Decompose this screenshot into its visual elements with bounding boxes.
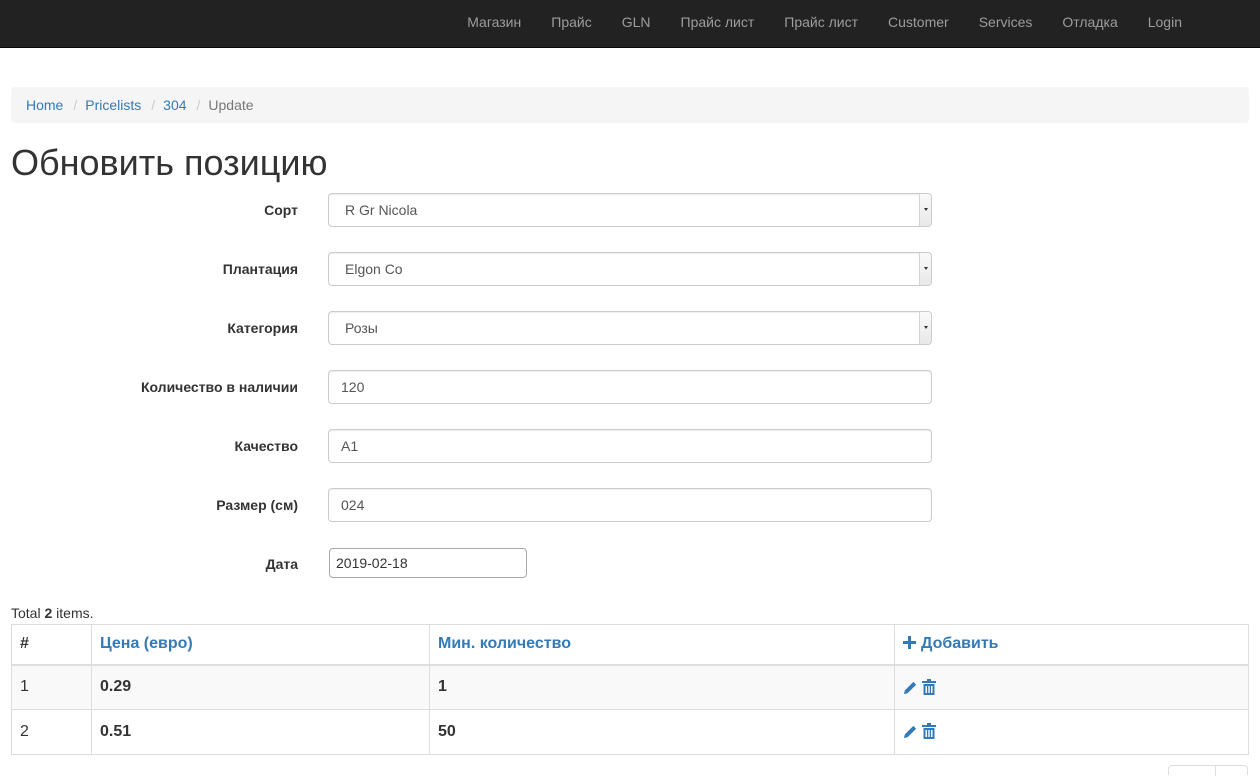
cell-actions	[894, 709, 1249, 755]
size-label: Размер (см)	[216, 497, 298, 513]
date-label: Дата	[265, 556, 298, 572]
quality-input[interactable]: A1	[328, 429, 932, 463]
pencil-icon[interactable]	[903, 680, 918, 695]
page-title: Обновить позицию	[11, 142, 328, 183]
plantation-select[interactable]: Elgon Co	[328, 252, 932, 286]
sort-price-link[interactable]: Цена (евро)	[100, 635, 193, 652]
table-row: 2 0.51 50	[11, 709, 1249, 755]
add-button[interactable]: Добавить	[903, 635, 999, 652]
top-navbar: Магазин Прайс GLN Прайс лист Прайс лист …	[0, 0, 1260, 48]
cell-price: 0.51	[91, 709, 430, 755]
sort-select[interactable]: R Gr Nicola	[328, 193, 932, 227]
header-min-qty: Мин. количество	[429, 624, 895, 666]
plantation-select-value: Elgon Co	[345, 261, 403, 277]
add-button-label: Добавить	[921, 635, 999, 653]
cell-min-qty: 50	[429, 709, 895, 755]
breadcrumb-separator: /	[73, 97, 78, 113]
form-row-plantation: Плантация Elgon Co	[0, 252, 940, 286]
category-select-value: Розы	[345, 320, 378, 336]
date-input[interactable]: 2019-02-18	[329, 548, 527, 578]
breadcrumb-home-link[interactable]: Home	[26, 97, 63, 113]
stock-label: Количество в наличии	[140, 379, 298, 395]
nav-item-debug[interactable]: Отладка	[1047, 0, 1132, 48]
summary-suffix: items.	[52, 605, 94, 621]
nav-item-shop[interactable]: Магазин	[452, 0, 536, 48]
sort-min-qty-link[interactable]: Мин. количество	[438, 635, 571, 652]
cell-min-qty: 1	[429, 664, 895, 710]
pencil-icon[interactable]	[903, 724, 918, 739]
cell-price: 0.29	[91, 664, 430, 710]
form-row-quality: Качество A1	[0, 429, 940, 463]
trash-icon[interactable]	[922, 678, 937, 696]
form-row-category: Категория Розы	[0, 311, 940, 345]
prices-table: # Цена (евро) Мин. количество Добавить 1…	[11, 624, 1249, 755]
breadcrumb: Home / Pricelists / 304 / Update	[11, 87, 1249, 123]
sort-label: Сорт	[264, 202, 298, 218]
nav-item-customer[interactable]: Customer	[873, 0, 964, 48]
nav-item-gln[interactable]: GLN	[607, 0, 666, 48]
summary-prefix: Total	[11, 605, 45, 621]
cell-actions	[894, 664, 1249, 710]
header-add: Добавить	[894, 624, 1249, 666]
breadcrumb-pricelists-link[interactable]: Pricelists	[85, 97, 141, 113]
chevron-down-icon	[919, 194, 931, 226]
header-price: Цена (евро)	[91, 624, 430, 666]
stock-input[interactable]: 120	[328, 370, 932, 404]
breadcrumb-current: Update	[208, 97, 254, 113]
category-label: Категория	[227, 320, 298, 336]
main-nav: Магазин Прайс GLN Прайс лист Прайс лист …	[452, 0, 1197, 48]
trash-icon[interactable]	[922, 723, 937, 740]
form-row-sort: Сорт R Gr Nicola	[0, 193, 940, 227]
quality-label: Качество	[234, 438, 299, 454]
nav-item-login[interactable]: Login	[1133, 0, 1197, 48]
breadcrumb-id-link[interactable]: 304	[163, 97, 186, 113]
sort-select-value: R Gr Nicola	[345, 202, 418, 218]
form-row-stock: Количество в наличии 120	[0, 370, 940, 404]
nav-item-price[interactable]: Прайс	[536, 0, 606, 48]
plantation-label: Плантация	[222, 261, 298, 277]
nav-item-pricelist-1[interactable]: Прайс лист	[666, 0, 770, 48]
category-select[interactable]: Розы	[328, 311, 932, 345]
plus-icon	[903, 636, 916, 650]
chevron-down-icon	[919, 312, 931, 344]
header-num: #	[11, 624, 92, 666]
form-row-date: Дата 2019-02-18	[0, 547, 940, 581]
chevron-down-icon	[919, 253, 931, 285]
table-row: 1 0.29 1	[11, 664, 1249, 710]
form-row-size: Размер (см) 024	[0, 488, 940, 522]
size-input[interactable]: 024	[328, 488, 932, 522]
grid-summary: Total 2 items.	[11, 605, 94, 621]
cell-num: 1	[11, 664, 92, 710]
breadcrumb-separator: /	[196, 97, 201, 113]
pagination[interactable]	[1168, 765, 1248, 776]
nav-item-services[interactable]: Services	[964, 0, 1048, 48]
breadcrumb-separator: /	[151, 97, 156, 113]
cell-num: 2	[11, 709, 92, 755]
nav-item-pricelist-2[interactable]: Прайс лист	[769, 0, 873, 48]
table-header-row: # Цена (евро) Мин. количество Добавить	[11, 624, 1249, 666]
